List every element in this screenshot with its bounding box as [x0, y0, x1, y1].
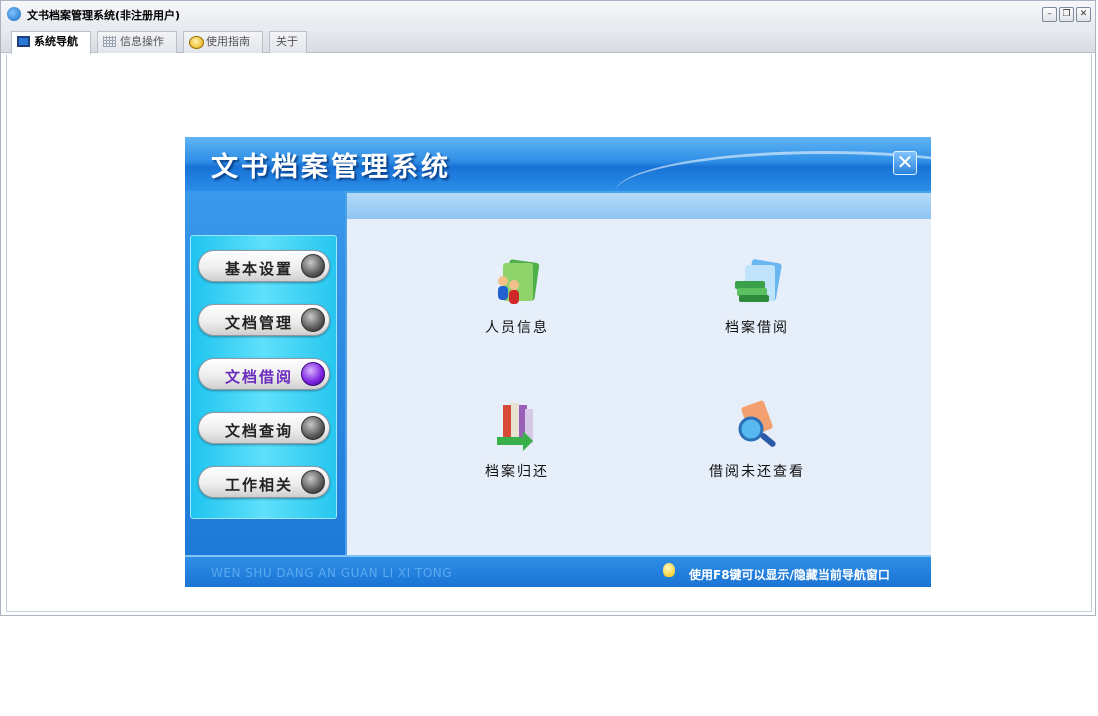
grid-icon: [103, 36, 116, 47]
status-led-icon: [301, 308, 325, 332]
tab-label: 信息操作: [120, 35, 164, 48]
footer-pinyin: WEN SHU DANG AN GUAN LI XI TONG: [211, 566, 453, 580]
minimize-button[interactable]: –: [1042, 7, 1057, 22]
panel-title: 文书档案管理系统: [211, 152, 451, 183]
function-label: 档案归还: [485, 464, 549, 480]
sidebar-menu: 基本设置 文档管理 文档借阅 文档查询 工作相关: [190, 235, 337, 519]
function-label: 档案借阅: [725, 320, 789, 336]
sidebar: 基本设置 文档管理 文档借阅 文档查询 工作相关: [185, 191, 345, 555]
tab-info-ops[interactable]: 信息操作: [97, 31, 177, 53]
function-area: 人员信息 档案借阅 档案归还 借阅未还查看: [345, 219, 931, 555]
nav-label: 基本设置: [225, 260, 294, 278]
help-icon: [189, 36, 204, 49]
tab-about[interactable]: 关于: [269, 31, 307, 53]
panel-footer: WEN SHU DANG AN GUAN LI XI TONG 使用F8键可以显…: [185, 555, 931, 587]
nav-doc-borrow-button[interactable]: 文档借阅: [198, 358, 330, 390]
bulb-icon: [663, 563, 675, 577]
tab-label: 使用指南: [206, 35, 250, 48]
window-title: 文书档案管理系统(非注册用户): [27, 9, 181, 22]
nav-doc-management-button[interactable]: 文档管理: [198, 304, 330, 336]
tab-label: 关于: [276, 35, 298, 48]
panel-banner: 文书档案管理系统 ✕: [185, 137, 931, 191]
nav-label: 工作相关: [225, 476, 294, 494]
function-label: 人员信息: [485, 320, 549, 336]
status-led-icon: [301, 362, 325, 386]
nav-doc-query-button[interactable]: 文档查询: [198, 412, 330, 444]
title-bar[interactable]: 文书档案管理系统(非注册用户) – ❐ ✕: [1, 1, 1095, 27]
tab-user-guide[interactable]: 使用指南: [183, 31, 263, 53]
restore-button[interactable]: ❐: [1059, 7, 1074, 22]
function-label: 借阅未还查看: [709, 464, 805, 480]
monitor-icon: [17, 36, 30, 47]
app-logo-icon: [7, 7, 21, 21]
tab-bar: 系统导航 信息操作 使用指南 关于: [1, 27, 1095, 54]
navigation-panel: 文书档案管理系统 ✕ 基本设置 文档管理 文档借阅 文档查询 工作相关 人员信息…: [185, 137, 931, 587]
nav-label: 文档查询: [225, 422, 294, 440]
status-led-icon: [301, 416, 325, 440]
books-return-icon: [489, 399, 545, 455]
function-unreturned-view[interactable]: 借阅未还查看: [667, 399, 847, 481]
people-folder-icon: [489, 255, 545, 311]
function-archive-return[interactable]: 档案归还: [427, 399, 607, 481]
tab-label: 系统导航: [34, 35, 78, 48]
books-folder-icon: [729, 255, 785, 311]
status-led-icon: [301, 470, 325, 494]
nav-label: 文档管理: [225, 314, 294, 332]
nav-work-related-button[interactable]: 工作相关: [198, 466, 330, 498]
magnifier-icon: [729, 399, 785, 455]
banner-decoration: [615, 151, 931, 191]
status-led-icon: [301, 254, 325, 278]
function-people-info[interactable]: 人员信息: [427, 255, 607, 337]
tab-system-nav[interactable]: 系统导航: [11, 31, 91, 54]
main-header-bar: [345, 191, 931, 219]
footer-tip: 使用F8键可以显示/隐藏当前导航窗口: [689, 568, 890, 582]
panel-close-button[interactable]: ✕: [893, 151, 917, 175]
function-archive-borrow[interactable]: 档案借阅: [667, 255, 847, 337]
nav-basic-settings-button[interactable]: 基本设置: [198, 250, 330, 282]
close-window-button[interactable]: ✕: [1076, 7, 1091, 22]
nav-label: 文档借阅: [225, 368, 294, 386]
